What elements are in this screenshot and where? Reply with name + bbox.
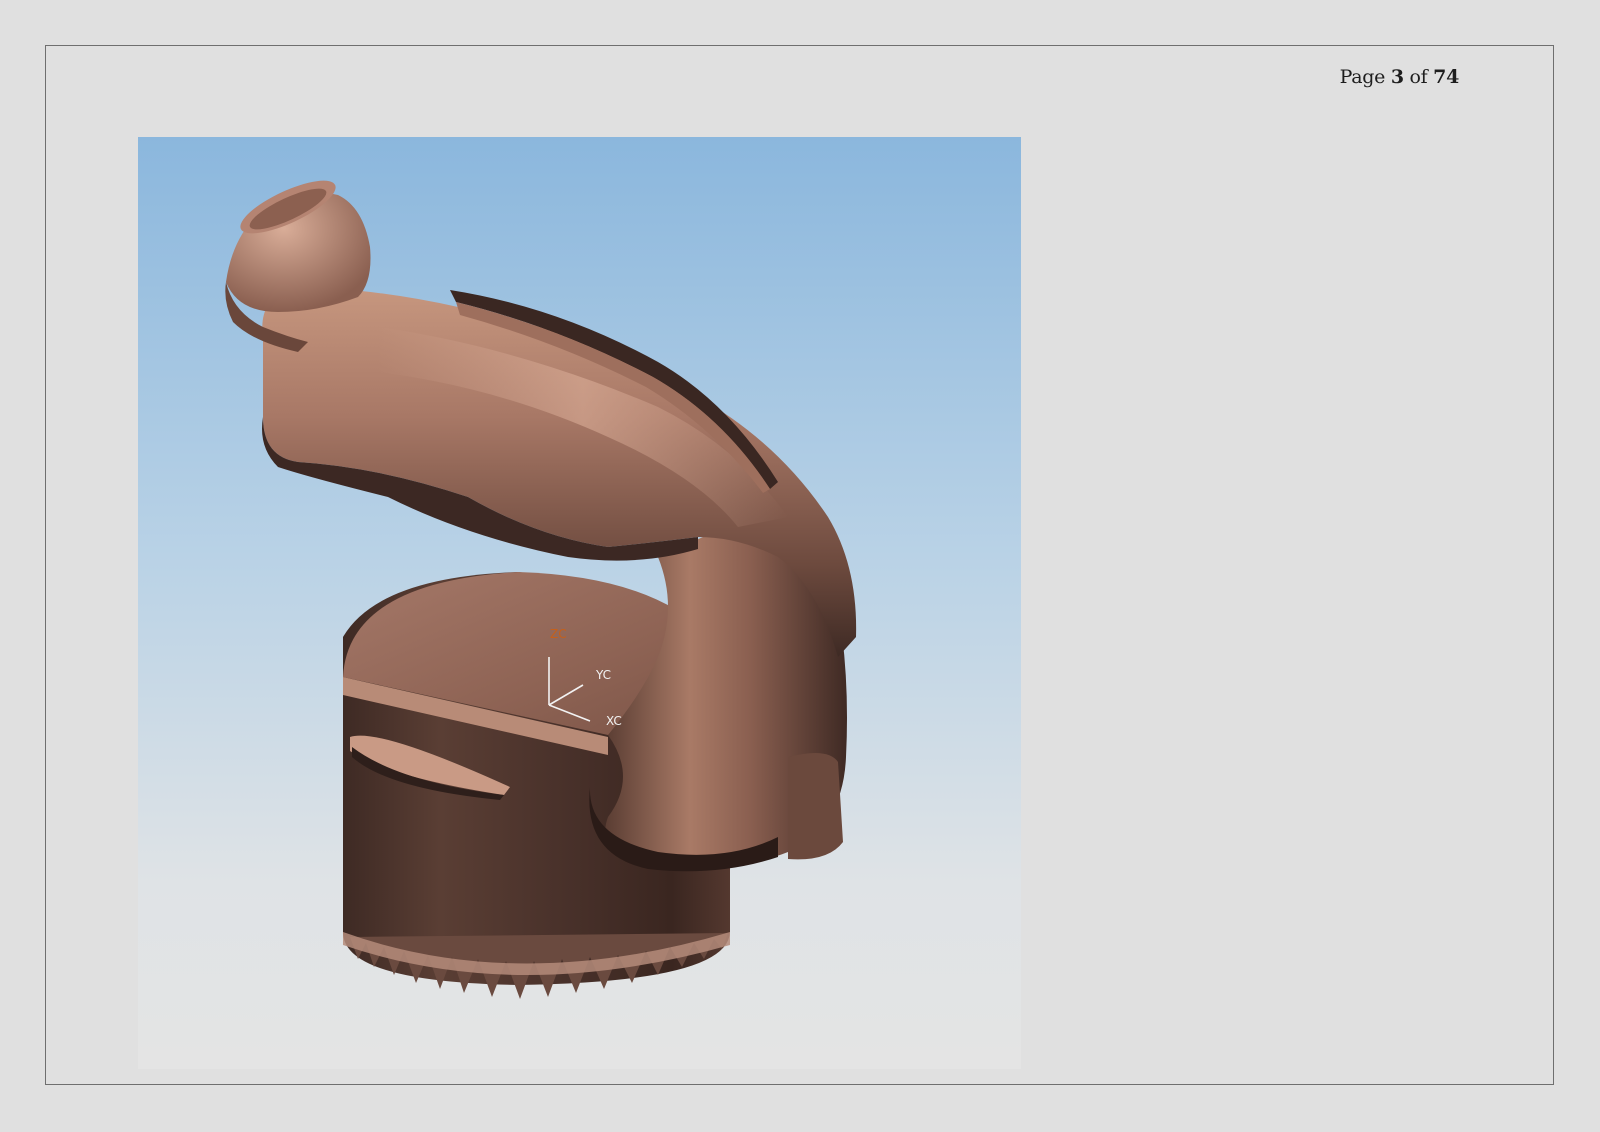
cad-render-figure: ZC YC XC bbox=[138, 137, 1021, 1069]
axis-label-x: XC bbox=[606, 714, 622, 728]
page-prefix: Page bbox=[1339, 66, 1386, 88]
axis-label-y: YC bbox=[595, 668, 611, 682]
page-frame: Page 3 of 74 ZC YC XC bbox=[45, 45, 1554, 1085]
page-of: of bbox=[1409, 66, 1428, 88]
cad-viewport: ZC YC XC bbox=[138, 137, 1021, 1069]
total-pages: 74 bbox=[1433, 66, 1459, 88]
current-page: 3 bbox=[1390, 66, 1404, 88]
axis-label-z: ZC bbox=[550, 627, 567, 641]
page-number: Page 3 of 74 bbox=[1339, 66, 1460, 88]
